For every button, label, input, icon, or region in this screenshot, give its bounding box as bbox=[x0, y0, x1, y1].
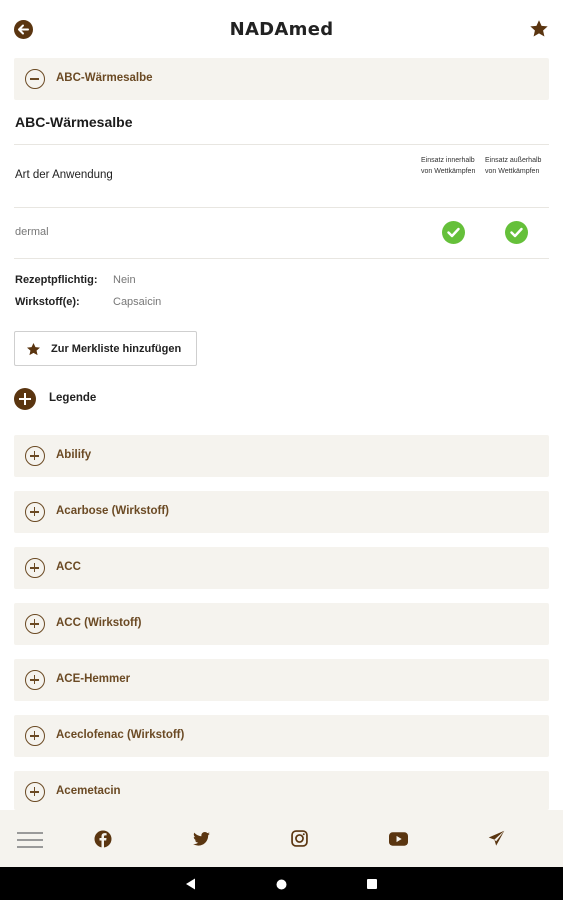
list-item[interactable]: Acemetacin bbox=[14, 771, 549, 810]
list-item-label: Acarbose (Wirkstoff) bbox=[56, 505, 169, 517]
instagram-icon[interactable] bbox=[291, 830, 308, 847]
facebook-icon[interactable] bbox=[94, 830, 112, 848]
system-recents-icon[interactable] bbox=[367, 879, 377, 889]
list-item[interactable]: Abilify bbox=[14, 435, 549, 477]
system-home-icon[interactable] bbox=[276, 879, 287, 890]
rezeptpflichtig-value: Nein bbox=[113, 274, 136, 286]
list-item-label: ACC (Wirkstoff) bbox=[56, 617, 142, 629]
add-to-merkliste-button[interactable]: Zur Merkliste hinzufügen bbox=[14, 331, 197, 366]
check-icon-ausserhalb bbox=[505, 221, 528, 244]
list-item-label: ACC bbox=[56, 561, 81, 573]
system-nav-bar bbox=[0, 867, 563, 900]
bottom-nav-bar bbox=[0, 810, 563, 867]
list-item[interactable]: ACC (Wirkstoff) bbox=[14, 603, 549, 645]
expand-plus-icon[interactable] bbox=[25, 726, 45, 746]
list-item[interactable]: Aceclofenac (Wirkstoff) bbox=[14, 715, 549, 757]
wirkstoff-label: Wirkstoff(e): bbox=[15, 296, 80, 308]
expand-plus-icon[interactable] bbox=[25, 614, 45, 634]
expand-plus-icon[interactable] bbox=[25, 670, 45, 690]
accordion-item-label: ABC-Wärmesalbe bbox=[56, 72, 153, 84]
send-icon[interactable] bbox=[488, 830, 505, 847]
twitter-icon[interactable] bbox=[193, 832, 210, 846]
accordion-item-expanded[interactable]: ABC-Wärmesalbe bbox=[14, 58, 549, 100]
star-icon bbox=[27, 342, 40, 356]
legende-label[interactable]: Legende bbox=[49, 392, 96, 404]
legende-plus-icon[interactable] bbox=[14, 388, 36, 410]
page-title: NADAmed bbox=[229, 19, 334, 40]
list-item[interactable]: ACC bbox=[14, 547, 549, 589]
list-item-label: ACE-Hemmer bbox=[56, 673, 131, 685]
list-item-label: Abilify bbox=[56, 449, 92, 461]
youtube-icon[interactable] bbox=[389, 832, 408, 846]
system-back-icon[interactable] bbox=[185, 878, 196, 890]
column-header-ausserhalb: Einsatz außerhalb von Wettkämpfen bbox=[485, 157, 542, 175]
list-item[interactable]: Acarbose (Wirkstoff) bbox=[14, 491, 549, 533]
top-bar: NADAmed bbox=[0, 0, 563, 58]
collapse-minus-icon[interactable] bbox=[25, 69, 45, 89]
list-item-label: Aceclofenac (Wirkstoff) bbox=[56, 729, 185, 741]
application-row-name: dermal bbox=[15, 226, 49, 238]
list-item-label: Acemetacin bbox=[56, 785, 121, 797]
expand-plus-icon[interactable] bbox=[25, 782, 45, 802]
wirkstoff-value: Capsaicin bbox=[113, 296, 162, 308]
expand-plus-icon[interactable] bbox=[25, 446, 45, 466]
check-icon-innerhalb bbox=[442, 221, 465, 244]
list-item[interactable]: ACE-Hemmer bbox=[14, 659, 549, 701]
rezeptpflichtig-label: Rezeptpflichtig: bbox=[15, 274, 98, 286]
art-der-anwendung-label: Art der Anwendung bbox=[15, 169, 113, 181]
menu-icon[interactable] bbox=[17, 831, 43, 849]
column-header-innerhalb: Einsatz innerhalb von Wettkämpfen bbox=[421, 157, 476, 175]
drug-title: ABC-Wärmesalbe bbox=[15, 114, 133, 130]
divider bbox=[14, 207, 549, 208]
divider bbox=[14, 144, 549, 145]
expand-plus-icon[interactable] bbox=[25, 502, 45, 522]
favorite-star-icon[interactable] bbox=[529, 19, 549, 39]
divider bbox=[14, 258, 549, 259]
add-to-merkliste-label: Zur Merkliste hinzufügen bbox=[51, 343, 182, 355]
expand-plus-icon[interactable] bbox=[25, 558, 45, 578]
